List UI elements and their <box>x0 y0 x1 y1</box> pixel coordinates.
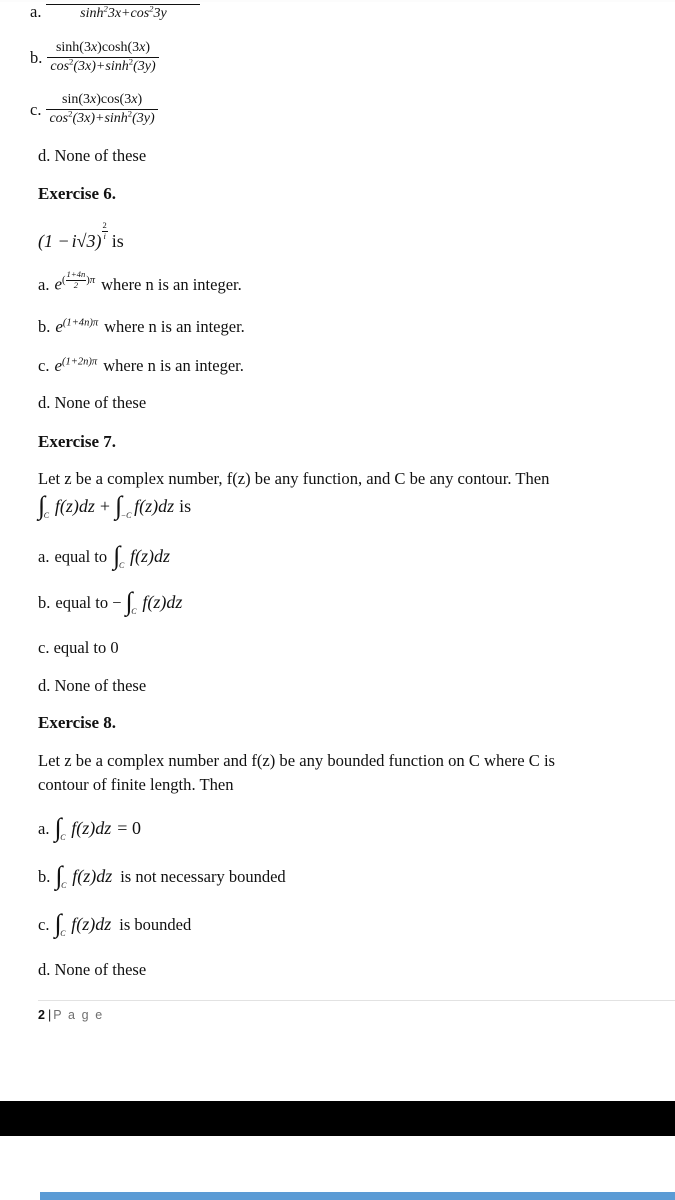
option-row-8a[interactable]: a. ∫C f(z)dz = 0 <box>38 814 141 841</box>
blue-accent-band <box>40 1192 675 1200</box>
option-row-5c[interactable]: c. sin(3x)cos(3x) cos2(3x)+sinh2(3y) <box>30 92 158 127</box>
exercise-7-stem-math: ∫C f(z)dz + ∫−C f(z)dz is <box>38 492 192 520</box>
exp-tail-6a: π <box>89 274 96 286</box>
integral-body-7a: f(z)dz <box>130 546 170 566</box>
option-math-6c: e(1+2n)π <box>54 356 97 376</box>
footer-separator: | <box>47 1008 52 1022</box>
footer-divider <box>38 1000 675 1001</box>
option-tail-8a: = 0 <box>117 818 141 838</box>
option-row-6b[interactable]: b. e(1+4n)π where n is an integer. <box>38 317 245 337</box>
option-label-7b: b. <box>38 593 51 612</box>
option-tail-6b: where n is an integer. <box>104 317 245 336</box>
option-math-5b: sinh(3x)cosh(3x) cos2(3x)+sinh2(3y) <box>47 40 159 75</box>
option-math-6b: e(1+4n)π <box>55 317 98 337</box>
option-math-8c: ∫C f(z)dz <box>54 910 112 937</box>
fraction-denominator-5a: sinh23x+cos23y <box>80 3 167 21</box>
exercise-6-heading: Exercise 6. <box>38 184 117 203</box>
black-band <box>0 1101 675 1136</box>
fraction-denominator-5b: cos2(3x)+sinh2(3y) <box>50 56 156 75</box>
integral-sub-2: −C <box>120 510 132 520</box>
integral-sign-7b: ∫ <box>125 587 133 616</box>
exercise-6-stem: (1 − i√3) 2 i is <box>38 220 124 252</box>
option-math-5a: sinh23x+cos23y <box>46 1 201 22</box>
integral-body-2: f(z)dz <box>134 496 175 516</box>
option-row-7a[interactable]: a. equal to ∫C f(z)dz <box>38 542 170 569</box>
exercise-7-stem-line1: Let z be a complex number, f(z) be any f… <box>38 469 550 488</box>
option-label-7a: a. <box>38 547 50 566</box>
exercise-8-stem-line2: contour of finite length. Then <box>38 775 234 794</box>
exp-sup-6c: (1+2n)π <box>62 356 98 368</box>
exp-base-6c: e <box>54 356 62 375</box>
integral-sign-7a: ∫ <box>113 541 121 570</box>
option-row-8d[interactable]: d. None of these <box>38 960 146 980</box>
option-lead-7a: equal to <box>54 547 108 566</box>
exercise-7-heading: Exercise 7. <box>38 432 117 451</box>
exp-base-6a: e <box>54 274 62 294</box>
document-page: a. sinh23x+cos23y b. sinh(3x)cosh(3x) co… <box>0 0 675 1200</box>
exercise-6-stem-prefix: (1 − <box>38 230 70 251</box>
option-row-8b[interactable]: b. ∫C f(z)dz is not necessary bounded <box>38 862 286 889</box>
option-tail-6a: where n is an integer. <box>101 274 242 294</box>
option-label-5b: b. <box>30 47 43 67</box>
option-tail-6c: where n is an integer. <box>103 356 244 375</box>
option-row-5b[interactable]: b. sinh(3x)cosh(3x) cos2(3x)+sinh2(3y) <box>30 40 159 75</box>
exercise-8-stem-line1: Let z be a complex number and f(z) be an… <box>38 751 556 770</box>
math-suffix-7: is <box>179 496 192 516</box>
fraction-denominator-5c: cos2(3x)+sinh2(3y) <box>49 108 155 127</box>
option-row-7c[interactable]: c. equal to 0 <box>38 638 119 658</box>
integral-sign-8a: ∫ <box>54 813 62 842</box>
option-row-7b[interactable]: b. equal to − ∫C f(z)dz <box>38 588 183 615</box>
integral-sign-8c: ∫ <box>54 909 62 938</box>
option-label-6a: a. <box>38 274 50 294</box>
integral-sign-2: ∫ <box>115 491 123 520</box>
option-row-5d[interactable]: d. None of these <box>38 146 146 166</box>
exercise-6-stem-suffix: is <box>111 230 124 251</box>
footer-page-number: 2 <box>38 1008 45 1022</box>
page-footer: 2 | P a g e <box>38 1008 104 1022</box>
integral-body-7b: f(z)dz <box>142 592 183 612</box>
option-label-6c: c. <box>38 356 50 375</box>
integral-body-8a: f(z)dz <box>71 818 112 838</box>
option-math-6a: e(1+4n 2)π <box>54 269 96 294</box>
option-label-5a: a. <box>30 1 42 21</box>
integral-sign-1: ∫ <box>38 491 46 520</box>
option-tail-8b: is not necessary bounded <box>120 867 286 886</box>
option-label-8b: b. <box>38 867 51 886</box>
option-label-6b: b. <box>38 317 51 336</box>
option-row-8c[interactable]: c. ∫C f(z)dz is bounded <box>38 910 192 937</box>
option-math-7b: ∫C f(z)dz <box>126 588 183 615</box>
integral-body-1: f(z)dz <box>54 496 95 516</box>
exp-sup-6b: (1+4n)π <box>62 317 99 329</box>
option-label-8c: c. <box>38 915 50 934</box>
option-lead-7b: equal to − <box>55 593 122 612</box>
option-tail-8c: is bounded <box>119 915 192 934</box>
exercise-6-stem-sqrt: √3 <box>76 230 96 251</box>
fraction-numerator-5c: sin(3x)cos(3x) <box>46 92 158 111</box>
option-math-5c: sin(3x)cos(3x) cos2(3x)+sinh2(3y) <box>46 92 158 127</box>
math-plus: + <box>99 496 110 516</box>
integral-sign-8b: ∫ <box>55 861 63 890</box>
integral-body-8b: f(z)dz <box>72 866 113 886</box>
exercise-6-exp-den: i <box>103 230 106 241</box>
footer-page-word: P a g e <box>53 1008 104 1022</box>
integral-body-8c: f(z)dz <box>71 914 112 934</box>
option-label-5c: c. <box>30 99 42 119</box>
option-math-8b: ∫C f(z)dz <box>55 862 113 889</box>
exercise-8-heading: Exercise 8. <box>38 713 117 732</box>
option-math-8a: ∫C f(z)dz = 0 <box>54 814 141 841</box>
exp-base-6b: e <box>55 317 63 336</box>
option-math-7a: ∫C f(z)dz <box>113 542 170 569</box>
option-row-6c[interactable]: c. e(1+2n)π where n is an integer. <box>38 356 244 376</box>
option-row-6d[interactable]: d. None of these <box>38 393 146 413</box>
option-label-8a: a. <box>38 819 50 838</box>
option-row-5a[interactable]: a. sinh23x+cos23y <box>30 1 201 22</box>
exp-frac-den-6a: 2 <box>73 279 79 290</box>
option-row-7d[interactable]: d. None of these <box>38 676 146 696</box>
fraction-numerator-5b: sinh(3x)cosh(3x) <box>47 40 159 59</box>
option-row-6a[interactable]: a. e(1+4n 2)π where n is an integer. <box>38 269 242 295</box>
